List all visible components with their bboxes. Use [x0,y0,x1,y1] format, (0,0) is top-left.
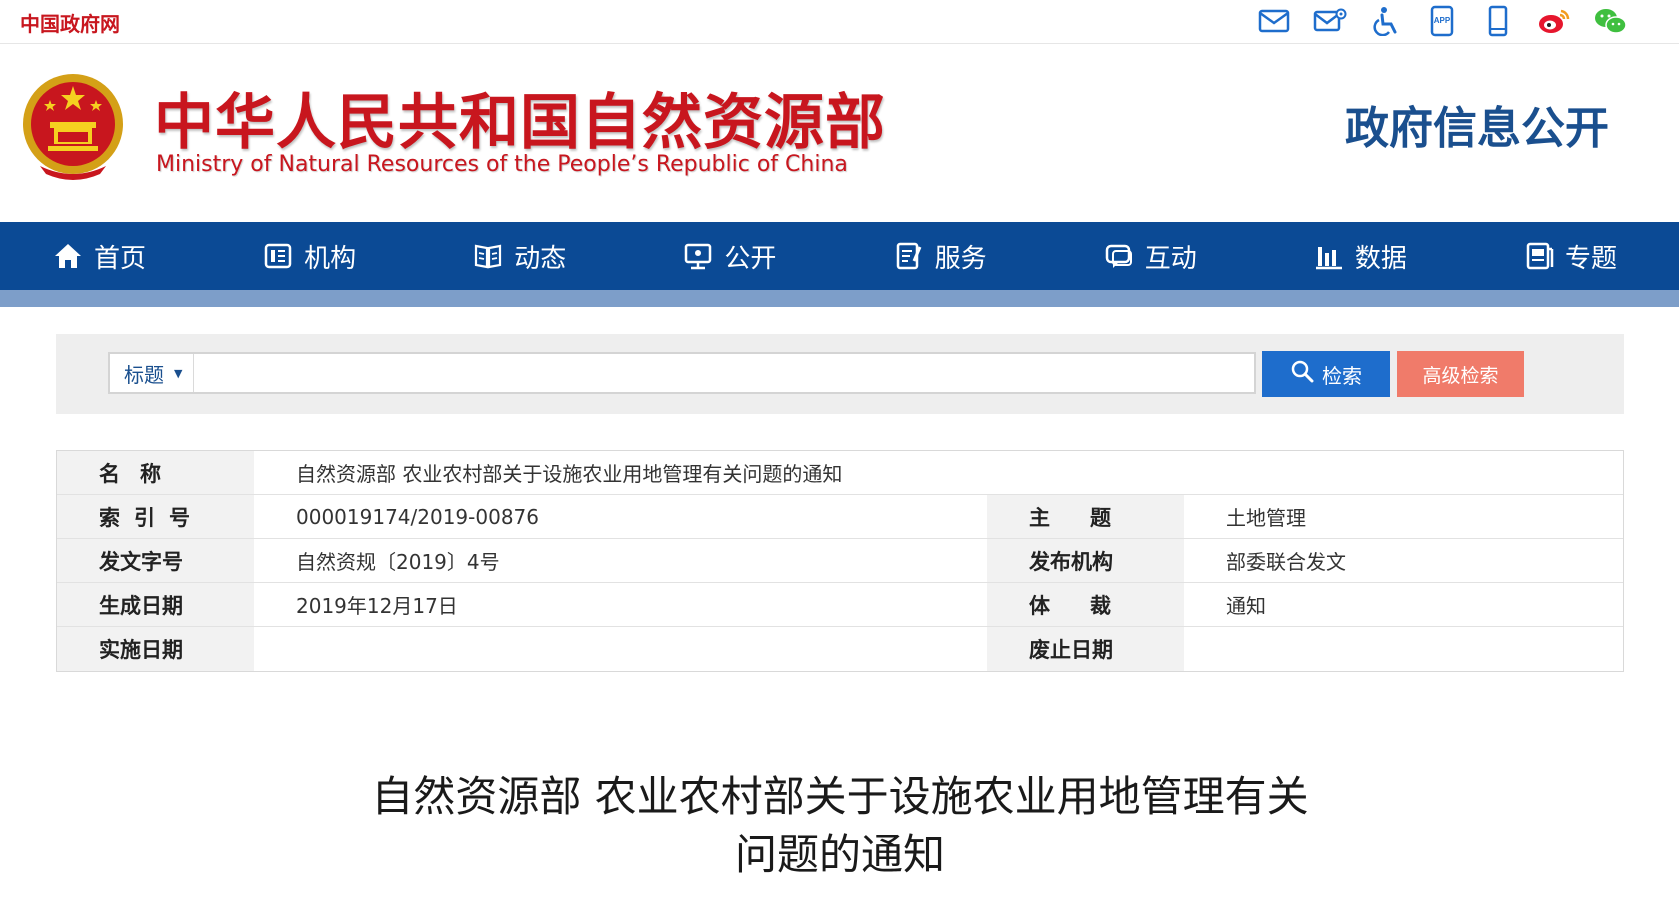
nav-item-interaction[interactable]: 互动 [1103,238,1197,275]
nav-label: 专题 [1564,243,1617,274]
nav-item-service[interactable]: 服务 [893,238,987,275]
effective-date-label: 实施日期 [57,627,254,671]
main-nav: 首页 机构 动态 公开 服务 互动 数据 专题 [0,222,1679,290]
service-icon [893,240,925,272]
wechat-icon[interactable] [1593,4,1627,38]
created-date-label: 生成日期 [57,583,254,626]
caret-down-icon: ▼ [174,366,183,380]
document-title: 自然资源部 农业农村部关于设施农业用地管理有关 问题的通知 [300,768,1380,884]
news-icon [472,240,504,272]
table-row: 名称 自然资源部 农业农村部关于设施农业用地管理有关问题的通知 [57,451,1623,495]
data-chart-icon [1313,240,1345,272]
search-panel: 标题 ▼ 检索 高级检索 [56,334,1624,414]
document-info-table: 名称 自然资源部 农业农村部关于设施农业用地管理有关问题的通知 索引号 0000… [56,450,1624,672]
document-title-line-2: 问题的通知 [734,830,945,879]
genre-label: 体裁 [987,583,1184,626]
search-field-label: 标题 [124,362,164,387]
site-header: 中华人民共和国自然资源部 Ministry of Natural Resourc… [0,44,1679,222]
nav-item-home[interactable]: 首页 [52,238,146,275]
svg-text:APP: APP [1434,16,1451,25]
docno-value: 自然资规〔2019〕4号 [296,550,500,574]
table-row: 发文字号 自然资规〔2019〕4号 发布机构 部委联合发文 [57,539,1623,583]
issuer-value: 部委联合发文 [1226,550,1346,574]
search-button[interactable]: 检索 [1262,351,1390,397]
topic-icon [1523,240,1555,272]
subject-value: 土地管理 [1226,506,1306,530]
name-value: 自然资源部 农业农村部关于设施农业用地管理有关问题的通知 [296,462,843,486]
docno-label: 发文字号 [57,539,254,582]
top-bar: 中国政府网 APP [0,0,1679,44]
search-input[interactable] [196,354,1254,392]
nav-label: 服务 [934,243,987,274]
table-row: 生成日期 2019年12月17日 体裁 通知 [57,583,1623,627]
nav-item-disclosure[interactable]: 公开 [682,238,776,275]
mobile-icon[interactable] [1481,4,1515,38]
ministry-title-en: Ministry of Natural Resources of the Peo… [156,152,848,177]
top-icons: APP [1257,4,1627,38]
name-label: 名称 [57,451,254,494]
search-box: 标题 ▼ [108,352,1256,394]
table-row: 实施日期 废止日期 [57,627,1623,671]
search-field-select[interactable]: 标题 ▼ [110,354,194,392]
issuer-label: 发布机构 [987,539,1184,582]
mail-icon[interactable] [1257,4,1291,38]
app-icon[interactable]: APP [1425,4,1459,38]
genre-value: 通知 [1226,594,1266,618]
nav-item-news[interactable]: 动态 [472,238,566,275]
nav-item-data[interactable]: 数据 [1313,238,1407,275]
nav-item-organization[interactable]: 机构 [262,238,356,275]
nav-label: 互动 [1144,243,1197,274]
advanced-search-button[interactable]: 高级检索 [1397,351,1524,397]
disclosure-icon [682,240,714,272]
weibo-icon[interactable] [1537,4,1571,38]
gov-cn-link[interactable]: 中国政府网 [20,8,120,37]
created-date-value: 2019年12月17日 [296,594,458,618]
accessibility-icon[interactable] [1369,4,1403,38]
interaction-icon [1103,240,1135,272]
ministry-title-cn: 中华人民共和国自然资源部 [154,88,886,158]
home-icon [52,240,84,272]
expiry-date-label: 废止日期 [987,627,1184,671]
mail-settings-icon[interactable] [1313,4,1347,38]
nav-label: 数据 [1354,243,1407,274]
expiry-date-value [1184,627,1623,671]
index-value: 000019174/2019-00876 [296,504,539,529]
organization-icon [262,240,294,272]
effective-date-value [254,627,987,671]
nav-item-topic[interactable]: 专题 [1523,238,1617,275]
document-title-line-1: 自然资源部 农业农村部关于设施农业用地管理有关 [371,772,1309,821]
section-title: 政府信息公开 [1345,103,1609,154]
table-row: 索引号 000019174/2019-00876 主题 土地管理 [57,495,1623,539]
search-button-label: 检索 [1322,365,1362,388]
nav-label: 公开 [724,243,777,274]
nav-label: 动态 [514,243,567,274]
nav-stripe [0,290,1679,307]
search-icon [1290,359,1314,389]
subject-label: 主题 [987,495,1184,538]
national-emblem-logo [20,70,126,186]
index-label: 索引号 [57,495,254,538]
nav-label: 机构 [304,243,357,274]
nav-label: 首页 [94,243,147,274]
